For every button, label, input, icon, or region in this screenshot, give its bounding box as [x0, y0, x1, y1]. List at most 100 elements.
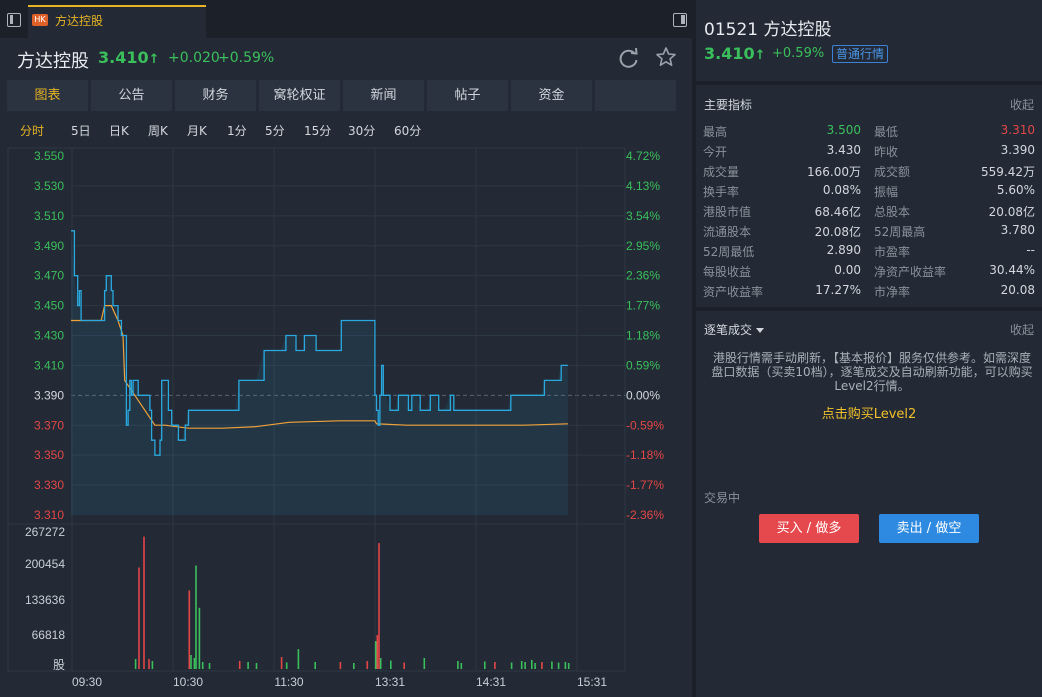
price-tick-label: 3.350	[34, 448, 64, 462]
period-option[interactable]: 15分	[304, 122, 331, 139]
metric-value: 2.890	[826, 243, 861, 257]
period-option[interactable]: 30分	[348, 122, 375, 139]
refresh-icon[interactable]	[618, 47, 640, 69]
quote-header: 方达控股 3.410↑ +0.020 +0.59%	[0, 38, 692, 78]
tab-1[interactable]: 图表	[7, 80, 88, 111]
stock-tab[interactable]: HK 方达控股	[28, 5, 206, 38]
metric-label: 最高	[703, 125, 728, 139]
volume-tick-label: 267272	[25, 525, 65, 539]
period-option[interactable]: 日K	[109, 122, 129, 139]
volume-bar	[143, 536, 145, 669]
stock-price: 3.410↑	[98, 48, 160, 67]
metric-value: 20.08亿	[988, 205, 1035, 219]
buy-button[interactable]: 买入 / 做多	[759, 514, 859, 543]
metric-label: 总股本	[874, 205, 911, 219]
volume-tick-label: 200454	[25, 557, 65, 571]
price-tick-label: 3.410	[34, 358, 64, 372]
quote-level-badge[interactable]: 普通行情	[832, 45, 889, 63]
tab-4[interactable]: 窝轮权证	[259, 80, 340, 111]
period-option[interactable]: 分时	[20, 122, 44, 139]
buy-level2-link[interactable]: 点击购买Level2	[696, 403, 1042, 422]
time-label: 09:30	[72, 675, 102, 689]
ticks-title-label: 逐笔成交	[704, 323, 753, 337]
price-tick-label: 3.370	[34, 418, 64, 432]
tab-2[interactable]: 公告	[91, 80, 172, 111]
volume-bar	[193, 658, 196, 669]
metric-value: 68.46亿	[814, 205, 861, 219]
panel-price: 3.410↑	[704, 44, 766, 63]
trading-status: 交易中	[704, 491, 741, 505]
metric-label: 换手率	[703, 185, 740, 199]
pct-tick-label: 1.77%	[626, 299, 660, 313]
period-option[interactable]: 月K	[187, 122, 207, 139]
collapse-ticks-button[interactable]: 收起	[1010, 321, 1034, 338]
tab-3[interactable]: 财务	[175, 80, 256, 111]
price-tick-label: 3.550	[34, 149, 64, 163]
price-tick-label: 3.490	[34, 239, 64, 253]
volume-bar	[201, 662, 204, 669]
metric-value: 30.44%	[989, 263, 1035, 277]
period-option[interactable]: 周K	[148, 122, 168, 139]
volume-bar	[353, 663, 355, 669]
metric-value: 20.08亿	[814, 225, 861, 239]
pct-tick-label: 4.13%	[626, 179, 660, 193]
ticks-title[interactable]: 逐笔成交	[704, 321, 765, 338]
time-label: 15:31	[577, 675, 607, 689]
volume-bar	[314, 662, 316, 669]
metric-label: 港股市值	[703, 205, 752, 219]
period-option[interactable]: 5分	[265, 122, 285, 139]
volume-bar	[148, 659, 150, 669]
volume-bar	[190, 655, 192, 669]
up-arrow-icon: ↑	[754, 48, 766, 63]
volume-bar	[195, 565, 197, 669]
price-tick-label: 3.530	[34, 179, 64, 193]
time-label: 10:30	[173, 675, 203, 689]
divider	[696, 307, 1042, 311]
volume-bar	[374, 641, 377, 669]
volume-bar	[403, 662, 405, 669]
pct-tick-label: 0.00%	[626, 388, 660, 402]
price-change: +0.020	[168, 50, 220, 66]
volume-bar	[280, 657, 283, 669]
tab-7[interactable]: 资金	[511, 80, 592, 111]
volume-bar	[138, 567, 140, 669]
tab-8[interactable]	[595, 80, 676, 111]
volume-bar	[208, 663, 211, 669]
volume-bar	[198, 607, 201, 669]
right-panel-toggle-icon[interactable]	[673, 13, 687, 27]
volume-bar	[366, 661, 369, 669]
price-change-percent: +0.59%	[218, 50, 275, 66]
volume-tick-label: 66818	[32, 628, 66, 642]
metric-label: 流通股本	[703, 225, 752, 239]
metric-value: 3.390	[1000, 143, 1035, 157]
star-icon[interactable]	[655, 46, 677, 68]
pct-tick-label: -2.36%	[626, 508, 664, 522]
period-option[interactable]: 1分	[227, 122, 247, 139]
volume-bar	[285, 662, 288, 669]
collapse-metrics-button[interactable]: 收起	[1010, 96, 1034, 113]
metric-value: 20.08	[1000, 283, 1035, 297]
tab-5[interactable]: 新闻	[343, 80, 424, 111]
intraday-chart[interactable]: 3.550 4.72% 3.530 4.13% 3.510 3.54% 3.490 2.95%…	[0, 146, 692, 697]
period-option[interactable]: 60分	[394, 122, 421, 139]
volume-bar	[460, 663, 463, 669]
tab-6[interactable]: 帖子	[427, 80, 508, 111]
metric-label: 52周最低	[703, 245, 755, 259]
price-tick-label: 3.450	[34, 299, 64, 313]
chevron-down-icon	[756, 328, 765, 333]
volume-bar	[457, 661, 459, 669]
period-option[interactable]: 5日	[71, 122, 91, 139]
metric-value: --	[1026, 243, 1035, 257]
panel-price-value: 3.410	[704, 44, 755, 63]
sidebar-toggle-icon[interactable]	[7, 13, 21, 27]
sell-button[interactable]: 卖出 / 做空	[879, 514, 979, 543]
chart-panel: HK 方达控股 方达控股 3.410↑ +0.020 +0.59% 图表 公告 财务…	[0, 0, 692, 697]
market-badge: HK	[32, 14, 48, 26]
time-label: 13:31	[375, 675, 405, 689]
metric-label: 52周最高	[874, 225, 926, 239]
volume-bar	[188, 590, 191, 669]
metric-value: 3.430	[826, 143, 861, 157]
intraday-chart-svg: 3.550 4.72% 3.530 4.13% 3.510 3.54% 3.490 2.95%…	[7, 147, 664, 689]
volume-tick-label: 133636	[25, 593, 65, 607]
price-area	[71, 230, 568, 516]
